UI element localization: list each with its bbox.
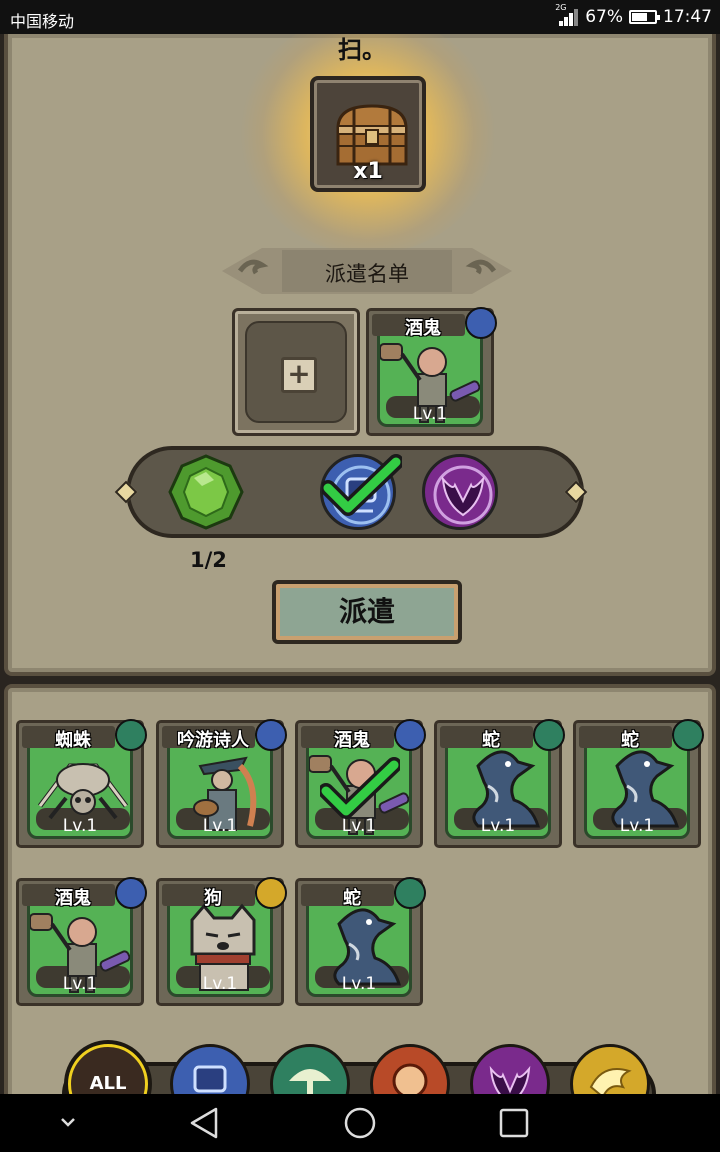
hero-name: 蜘蛛 — [55, 730, 91, 751]
nature-faction-icon — [394, 877, 426, 909]
green-gem-icon — [168, 454, 244, 530]
system-nav-bar — [0, 1094, 720, 1152]
nature-faction-icon — [533, 719, 565, 751]
network-type: 2G — [555, 3, 567, 12]
mech-faction-icon — [255, 719, 287, 751]
tab-fire[interactable] — [370, 1044, 450, 1094]
hero-level: Lv.1 — [202, 816, 238, 836]
hero-name: 蛇 — [482, 730, 500, 751]
demon-faction-icon — [433, 465, 493, 525]
dragon-faction-icon — [589, 1068, 632, 1094]
hero-card[interactable]: 蜘蛛 Lv.1 — [16, 719, 147, 848]
faction-filter-tabs: ALL — [54, 1034, 664, 1094]
hero-level: Lv.1 — [412, 404, 448, 424]
checkmark-icon — [322, 454, 402, 516]
reward-caption: 扫。 — [338, 36, 386, 64]
home-circle-icon — [344, 1107, 376, 1139]
beast-faction-icon — [392, 1063, 428, 1094]
battery-icon — [629, 10, 660, 24]
reward-item[interactable]: x1 — [310, 76, 426, 192]
mech-faction-icon — [115, 877, 147, 909]
hero-name: 酒鬼 — [334, 730, 370, 751]
tab-shadow[interactable] — [470, 1044, 550, 1094]
tree-faction-icon — [289, 1069, 331, 1094]
hero-name: 狗 — [204, 888, 222, 909]
dispatch-button[interactable]: 派遣 — [272, 580, 462, 644]
hero-card[interactable]: 蛇 Lv.1 — [573, 719, 704, 848]
mech-faction-icon — [465, 307, 497, 339]
hero-card[interactable]: 蛇 Lv.1 — [434, 719, 565, 848]
condition-shadow-button[interactable] — [422, 454, 498, 530]
battery-percent: 67% — [585, 7, 623, 27]
expedition-panel: 扫。 x1 派遣名单 + 酒鬼 Lv.1 1/2 派遣 — [4, 34, 716, 676]
clock: 17:47 — [663, 7, 712, 27]
status-icons: 2G 67% 17:47 — [555, 3, 712, 27]
demon-faction-icon — [489, 1065, 531, 1094]
gold-faction-icon — [255, 877, 287, 909]
home-button[interactable] — [315, 1094, 405, 1152]
add-hero-button[interactable]: + — [281, 357, 317, 393]
recent-apps-button[interactable] — [469, 1094, 559, 1152]
reward-count: x1 — [353, 159, 383, 184]
hero-card[interactable]: 狗 Lv.1 — [156, 877, 287, 1006]
hero-name: 酒鬼 — [405, 318, 441, 339]
hero-name: 酒鬼 — [55, 888, 91, 909]
tab-all-label: ALL — [89, 1073, 127, 1094]
dispatch-list-header: 派遣名单 — [222, 244, 512, 298]
hero-level: Lv.1 — [619, 816, 655, 836]
tab-nature[interactable] — [270, 1044, 350, 1094]
hero-card[interactable]: 酒鬼 Lv.1 — [16, 877, 147, 1006]
hero-level: Lv.1 — [62, 974, 98, 994]
signal-icon: 2G — [555, 3, 579, 26]
hero-name: 蛇 — [343, 888, 361, 909]
hero-card[interactable]: 蛇 Lv.1 — [295, 877, 426, 1006]
requirement-progress: 1/2 — [190, 548, 227, 572]
nature-faction-icon — [672, 719, 704, 751]
recent-apps-square-icon — [499, 1108, 529, 1138]
back-triangle-icon — [190, 1107, 218, 1139]
checkmark-icon — [320, 757, 400, 819]
dispatch-slot-empty[interactable]: + — [232, 308, 360, 436]
status-bar: 中国移动 2G 67% 17:47 — [0, 0, 720, 34]
carrier-name: 中国移动 — [10, 12, 75, 31]
tab-gold[interactable] — [570, 1044, 650, 1094]
empty-slot-frame: + — [245, 321, 347, 423]
hero-level: Lv.1 — [341, 974, 377, 994]
chevron-down-icon — [61, 1118, 75, 1127]
dispatch-slot-hero[interactable]: 酒鬼 Lv.1 — [366, 307, 497, 436]
mech-faction-icon — [394, 719, 426, 751]
tab-mech[interactable] — [170, 1044, 250, 1094]
hero-level: Lv.1 — [202, 974, 238, 994]
hero-level: Lv.1 — [62, 816, 98, 836]
hero-level: Lv.1 — [480, 816, 516, 836]
mech-faction-icon — [193, 1065, 227, 1093]
hide-keyboard-button[interactable] — [23, 1094, 113, 1152]
back-button[interactable] — [161, 1094, 251, 1152]
hero-card-selected[interactable]: 酒鬼 Lv.1 — [295, 719, 426, 848]
hero-name: 蛇 — [621, 730, 639, 751]
hero-card[interactable]: 吟游诗人 Lv.1 — [156, 719, 287, 848]
hero-name: 吟游诗人 — [177, 730, 249, 751]
nature-faction-icon — [115, 719, 147, 751]
game-screen: 扫。 x1 派遣名单 + 酒鬼 Lv.1 1/2 派遣 蜘蛛 Lv.1 吟游诗人… — [0, 34, 720, 1094]
dispatch-list-title: 派遣名单 — [325, 262, 409, 286]
dispatch-button-label: 派遣 — [338, 595, 395, 628]
